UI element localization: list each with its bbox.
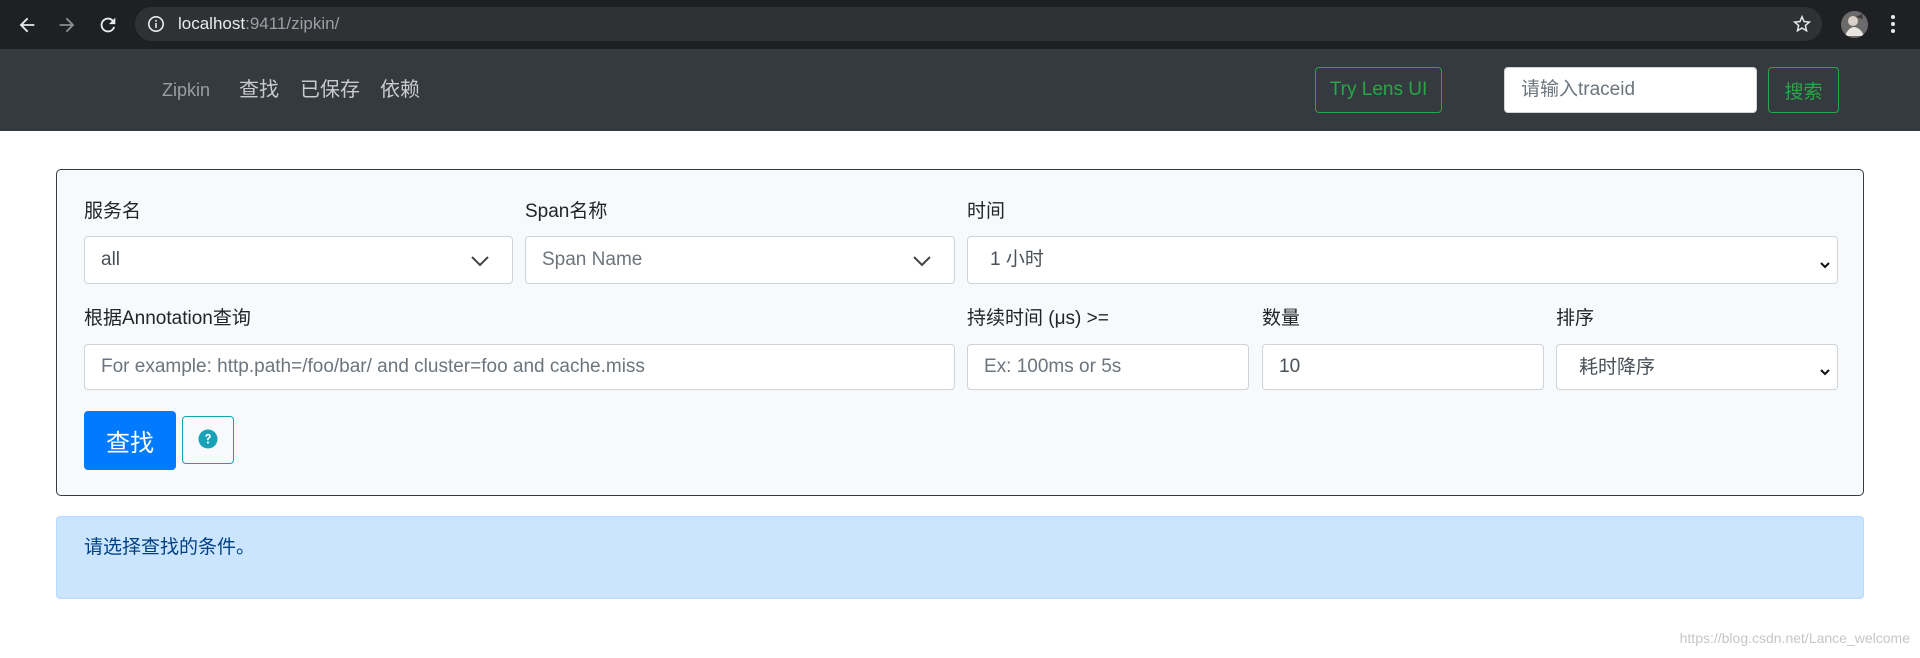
info-alert: 请选择查找的条件。 (56, 516, 1864, 599)
reload-icon[interactable] (96, 13, 120, 37)
sort-select[interactable]: 耗时降序 (1556, 344, 1838, 390)
time-range-select[interactable]: 1 小时 (967, 236, 1838, 284)
url-path: :9411/zipkin/ (245, 14, 340, 33)
min-duration-input[interactable] (967, 344, 1249, 390)
brand-link[interactable]: Zipkin (162, 49, 210, 131)
chevron-down-icon (1819, 255, 1831, 269)
address-bar[interactable]: localhost:9411/zipkin/ (135, 7, 1822, 41)
time-label: 时间 (967, 201, 1006, 222)
service-name-label: 服务名 (84, 201, 142, 222)
watermark: https://blog.csdn.net/Lance_welcome (1679, 630, 1910, 646)
nav-link-saved[interactable]: 已保存 (300, 49, 360, 131)
span-name-select[interactable]: Span Name (525, 236, 955, 284)
try-lens-ui-button[interactable]: Try Lens UI (1315, 67, 1442, 113)
duration-label: 持续时间 (μs) >= (967, 308, 1109, 329)
annotation-query-input[interactable] (84, 344, 955, 390)
traceid-input[interactable] (1504, 67, 1757, 113)
url-text[interactable]: localhost:9411/zipkin/ (178, 7, 339, 41)
span-name-label: Span名称 (525, 201, 608, 222)
chevron-down-icon (1819, 362, 1831, 376)
search-panel: 服务名 Span名称 时间 all Span Name 1 小时 根据Annot… (56, 169, 1864, 496)
browser-toolbar: localhost:9411/zipkin/ (0, 0, 1920, 49)
star-icon[interactable] (1791, 13, 1813, 35)
forward-arrow-icon[interactable] (55, 13, 79, 37)
nav-link-dependencies[interactable]: 依赖 (380, 49, 420, 131)
avatar[interactable] (1841, 11, 1868, 38)
back-arrow-icon[interactable] (15, 13, 39, 37)
sort-label: 排序 (1556, 308, 1595, 329)
limit-input[interactable] (1262, 344, 1544, 390)
app-navbar: Zipkin 查找 已保存 依赖 Try Lens UI 搜索 (0, 49, 1920, 131)
annotation-query-label: 根据Annotation查询 (84, 308, 251, 329)
limit-label: 数量 (1262, 308, 1301, 329)
nav-link-find[interactable]: 查找 (239, 49, 279, 131)
sort-value: 耗时降序 (1579, 357, 1656, 378)
chevron-down-icon (912, 251, 932, 271)
service-name-select[interactable]: all (84, 236, 513, 284)
chevron-down-icon (470, 251, 490, 271)
time-range-value: 1 小时 (990, 249, 1044, 270)
help-button[interactable] (182, 416, 234, 464)
traceid-search-button[interactable]: 搜索 (1768, 67, 1839, 113)
menu-dots-icon[interactable] (1883, 12, 1903, 36)
service-name-value: all (101, 249, 121, 270)
question-circle-icon (198, 429, 218, 452)
alert-message: 请选择查找的条件。 (84, 537, 256, 558)
info-icon[interactable] (147, 15, 165, 33)
find-traces-button[interactable]: 查找 (84, 411, 176, 470)
url-host: localhost (178, 14, 246, 33)
span-name-placeholder: Span Name (542, 249, 643, 270)
